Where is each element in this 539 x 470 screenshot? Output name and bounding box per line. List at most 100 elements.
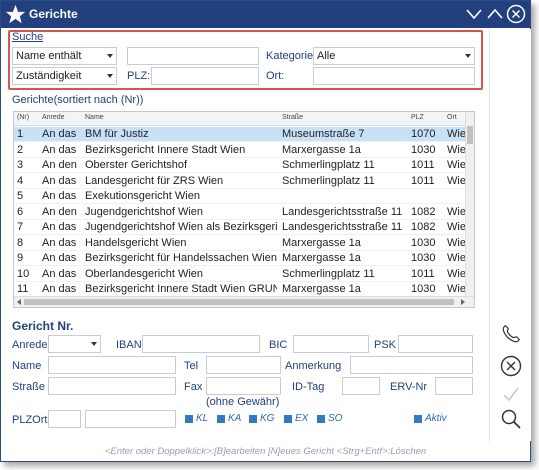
column-header[interactable]: (Nr)	[17, 114, 29, 121]
ort-field[interactable]	[85, 410, 176, 428]
anrede-select[interactable]	[48, 335, 101, 353]
cell-anrede: An das	[42, 174, 77, 187]
title-bar: Gerichte	[1, 1, 530, 28]
cell-name: Exekutionsgericht Wien	[85, 190, 200, 202]
table-row[interactable]: 10 An das Oberlandesgericht Wien Schmerling…	[14, 267, 466, 282]
table-row[interactable]: 9 An das Bezirksgericht für Handelssachen …	[14, 251, 466, 266]
horizontal-scrollbar[interactable]	[14, 296, 474, 307]
cell-name: Bezirksgericht für Handelssachen Wien	[85, 252, 277, 264]
psk-input[interactable]	[398, 335, 473, 353]
table-row[interactable]: 3 An den Oberster Gerichtshof Schmerlingpla…	[14, 158, 466, 173]
scroll-left-icon[interactable]	[16, 299, 22, 305]
check-icon[interactable]	[500, 384, 522, 404]
name-input[interactable]	[48, 356, 176, 374]
table-row[interactable]: 8 An das Handelsgericht Wien Marxergasse 1a…	[14, 236, 466, 251]
cell-name: Oberlandesgericht Wien	[85, 267, 204, 280]
filter-value-input[interactable]	[127, 47, 259, 65]
checkbox-so[interactable]	[317, 415, 325, 423]
cell-plz: 1030	[411, 283, 436, 295]
tel-label: Tel	[184, 360, 199, 372]
courts-table[interactable]: (Nr) Anrede Name Straße PLZ Ort 1 An das B…	[13, 111, 475, 308]
table-row[interactable]: 6 An den Jugendgerichtshof Wien Landesgeric…	[14, 205, 466, 220]
plz-input[interactable]	[151, 67, 259, 85]
bic-input[interactable]	[293, 335, 369, 353]
scroll-thumb[interactable]	[467, 126, 473, 144]
cell-anrede: An den	[42, 159, 77, 171]
search-icon[interactable]	[500, 408, 522, 430]
column-header[interactable]: Straße	[282, 114, 303, 121]
detail-heading: Gericht Nr.	[12, 319, 74, 333]
scroll-thumb[interactable]	[24, 299, 454, 305]
tel-input[interactable]	[206, 356, 281, 374]
cell-strasse: Schmerlingplatz 11	[282, 174, 375, 187]
cell-anrede: An das	[42, 128, 77, 140]
ort-input[interactable]	[313, 67, 475, 85]
cell-nr: 6	[17, 205, 24, 218]
zustaendigkeit-select[interactable]: Zuständigkeit	[12, 67, 117, 85]
checkbox-kg-label: KG	[260, 413, 275, 424]
window-title: Gerichte	[29, 7, 78, 21]
cell-ort: Wie	[447, 283, 466, 295]
cell-anrede: An das	[42, 267, 77, 280]
column-header[interactable]: Name	[85, 114, 104, 121]
expand-chevron-up-icon[interactable]	[485, 5, 505, 23]
cell-nr: 7	[17, 221, 24, 233]
cell-ort: Wie	[447, 205, 466, 218]
column-header[interactable]: PLZ	[411, 114, 424, 121]
filter-field-select[interactable]: Name enthält	[12, 47, 117, 65]
cell-strasse: Museumstraße 7	[282, 128, 365, 140]
cancel-circle-icon[interactable]	[500, 355, 522, 377]
name-label: Name	[12, 360, 42, 372]
scroll-right-icon[interactable]	[460, 299, 466, 305]
cell-strasse: Marxergasse 1a	[282, 283, 361, 295]
collapse-chevron-down-icon[interactable]	[464, 5, 484, 23]
cell-strasse: Marxergasse 1a	[282, 143, 361, 156]
psk-label: PSK	[374, 339, 397, 351]
cell-plz: 1082	[411, 221, 436, 233]
vertical-scrollbar[interactable]	[465, 112, 474, 296]
ervnr-input[interactable]	[435, 377, 473, 395]
kategorie-label: Kategorie:	[266, 50, 317, 62]
checkbox-kg[interactable]	[249, 415, 257, 423]
cell-nr: 1	[17, 128, 24, 140]
table-row[interactable]: 11 An das Bezirksgericht Innere Stadt Wien…	[14, 282, 466, 297]
cell-strasse: Landesgerichtsstraße 11	[282, 221, 403, 233]
anmerkung-input[interactable]	[350, 356, 473, 374]
kategorie-select-value: Alle	[317, 50, 336, 62]
close-icon[interactable]	[506, 4, 526, 24]
anmerkung-label: Anmerkung	[285, 360, 342, 372]
plz-label: PLZ:	[127, 70, 151, 82]
plz-field[interactable]	[48, 410, 81, 428]
gerichte-window: Gerichte Suche Name enthält Kategorie: A…	[0, 0, 531, 462]
fax-input[interactable]	[206, 377, 281, 395]
phone-icon[interactable]	[500, 323, 522, 345]
table-row[interactable]: 4 An das Landesgericht für ZRS Wien Schmerl…	[14, 174, 466, 189]
column-header[interactable]: Ort	[447, 114, 457, 121]
cell-nr: 2	[17, 143, 24, 156]
cell-strasse: Schmerlingplatz 11	[282, 159, 375, 171]
table-row[interactable]: 2 An das Bezirksgericht Innere Stadt Wien M…	[14, 143, 466, 158]
checkbox-kl[interactable]	[185, 415, 193, 423]
chevron-down-icon	[91, 342, 97, 346]
kategorie-select[interactable]: Alle	[313, 47, 475, 65]
checkbox-aktiv[interactable]	[414, 415, 422, 423]
table-row[interactable]: 5 An das Exekutionsgericht Wien	[14, 189, 466, 204]
strasse-input[interactable]	[48, 377, 176, 395]
strasse-label: Straße	[12, 381, 46, 393]
cell-ort: Wie	[447, 221, 466, 233]
table-row[interactable]: 7 An das Jugendgerichtshof Wien als Bezirk…	[14, 220, 466, 235]
chevron-down-icon	[465, 54, 471, 58]
iban-input[interactable]	[142, 335, 260, 353]
table-row[interactable]: 1 An das BM für Justiz Museumstraße 7 1070 Wi…	[14, 127, 466, 142]
checkbox-ex-label: EX	[295, 413, 309, 424]
checkbox-ex[interactable]	[284, 415, 292, 423]
cell-ort: Wie	[447, 267, 466, 280]
column-header[interactable]: Anrede	[42, 114, 65, 121]
cell-strasse: Landesgerichtsstraße 11	[282, 205, 403, 218]
fax-label: Fax	[184, 381, 203, 393]
chevron-down-icon	[107, 54, 113, 58]
ervnr-label: ERV-Nr	[390, 381, 428, 393]
checkbox-ka[interactable]	[217, 415, 225, 423]
cell-name: BM für Justiz	[85, 128, 149, 140]
idtag-input[interactable]	[342, 377, 380, 395]
